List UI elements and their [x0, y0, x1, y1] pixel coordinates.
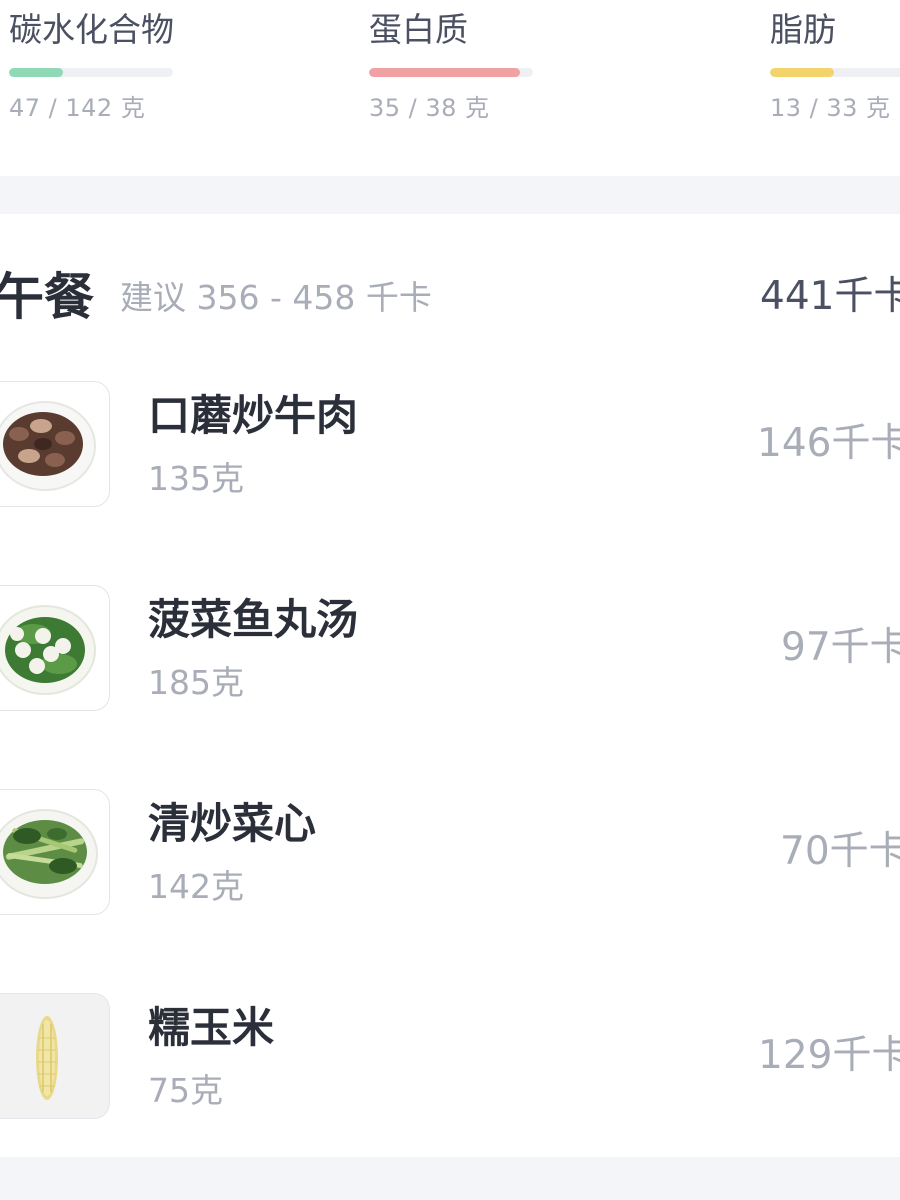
- food-item[interactable]: 菠菜鱼丸汤 185克 97千卡: [0, 585, 900, 755]
- meal-title: 午餐: [0, 268, 94, 326]
- food-weight: 142克: [148, 867, 244, 906]
- food-calories: 97千卡: [781, 625, 900, 670]
- macro-name: 碳水化合物: [9, 10, 174, 49]
- macro-progress-track: [9, 68, 173, 77]
- food-name: 糯玉米: [148, 1003, 275, 1052]
- corn-icon: [0, 993, 110, 1119]
- section-divider: [0, 176, 900, 214]
- macro-progress-fill: [369, 68, 520, 77]
- section-divider: [0, 1157, 900, 1200]
- food-calories: 146千卡: [757, 421, 900, 466]
- food-name: 口蘑炒牛肉: [148, 391, 359, 440]
- macro-value: 35 / 38 克: [369, 94, 490, 122]
- macro-name: 蛋白质: [369, 10, 468, 49]
- macro-summary: 碳水化合物 47 / 142 克 蛋白质 35 / 38 克 脂肪 13 / 3…: [0, 0, 900, 176]
- macro-value: 47 / 142 克: [9, 94, 146, 122]
- food-item[interactable]: 糯玉米 75克 129千卡: [0, 993, 900, 1163]
- food-calories: 70千卡: [780, 829, 900, 874]
- macro-name: 脂肪: [770, 10, 836, 49]
- food-item[interactable]: 口蘑炒牛肉 135克 146千卡: [0, 381, 900, 551]
- macro-progress-track: [770, 68, 900, 77]
- food-weight: 135克: [148, 459, 244, 498]
- food-calories: 129千卡: [758, 1033, 900, 1078]
- macro-progress-fill: [9, 68, 64, 77]
- macro-progress-fill: [770, 68, 834, 77]
- macro-progress-track: [369, 68, 533, 77]
- food-item[interactable]: 清炒菜心 142克 70千卡: [0, 789, 900, 959]
- food-weight: 75克: [148, 1071, 223, 1110]
- spinach-fishball-soup-icon: [0, 585, 110, 711]
- food-name: 菠菜鱼丸汤: [148, 595, 359, 644]
- stir-fried-greens-icon: [0, 789, 110, 915]
- food-name: 清炒菜心: [148, 799, 317, 848]
- mushroom-beef-dish-icon: [0, 381, 110, 507]
- food-weight: 185克: [148, 663, 244, 702]
- meal-total-calories: 441千卡: [760, 274, 900, 319]
- meal-suggestion: 建议 356 - 458 千卡: [120, 278, 432, 317]
- macro-value: 13 / 33 克: [770, 94, 891, 122]
